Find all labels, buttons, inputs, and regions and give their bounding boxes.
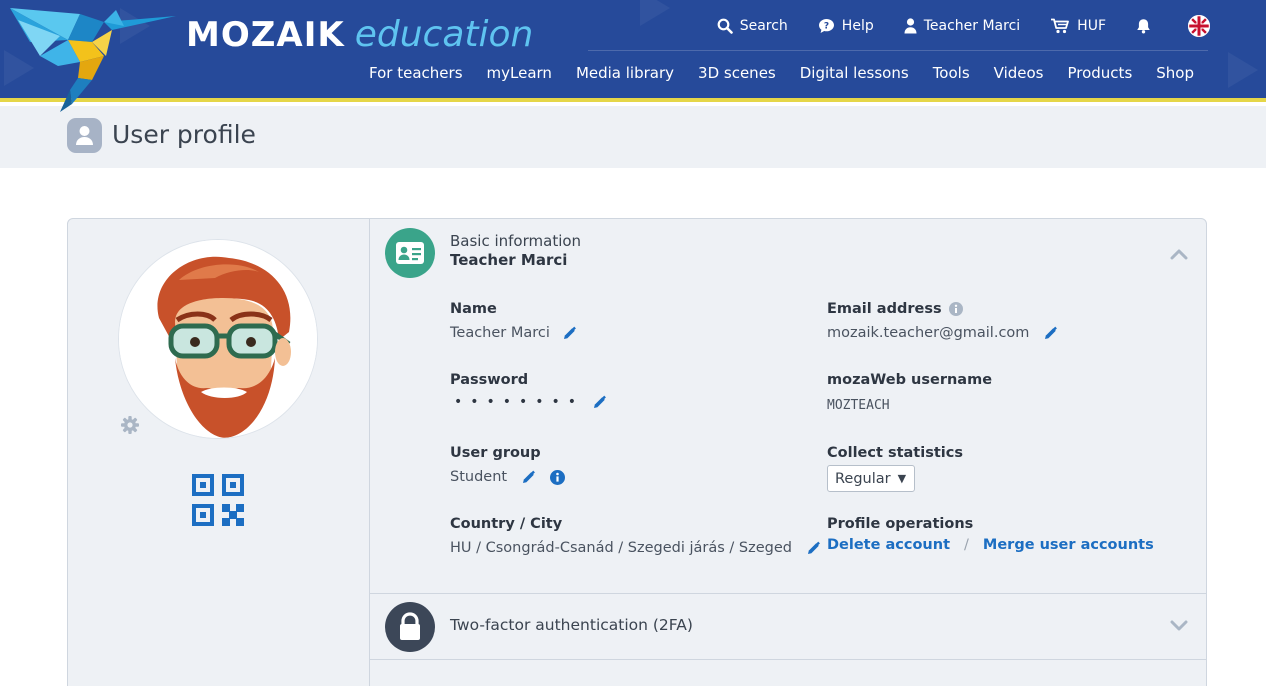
avatar-illustration <box>119 240 317 438</box>
page-title: User profile <box>112 120 256 149</box>
operations-label: Profile operations <box>827 516 974 532</box>
user-menu-link[interactable]: Teacher Marci <box>904 18 1020 34</box>
chevron-down-icon[interactable] <box>1170 616 1188 635</box>
search-icon <box>717 18 733 34</box>
profile-card: Basic information Teacher Marci Name Tea… <box>67 218 1207 686</box>
user-group-label: User group <box>450 445 541 461</box>
user-group-value: Student <box>450 469 508 485</box>
avatar[interactable] <box>118 239 318 439</box>
section-caption: Basic information <box>450 232 582 250</box>
hummingbird-logo-icon[interactable] <box>0 0 180 112</box>
operations-links: Delete account / Merge user accounts <box>827 537 1154 553</box>
nav-item-videos[interactable]: Videos <box>994 64 1044 82</box>
name-label: Name <box>450 301 497 317</box>
delete-account-link[interactable]: Delete account <box>827 537 950 553</box>
password-field: •••••••• <box>454 394 607 410</box>
svg-text:?: ? <box>824 22 829 32</box>
location-label: Country / City <box>450 516 563 532</box>
location-field: HU / Csongrád-Csanád / Szegedi járás / S… <box>450 540 821 556</box>
bell-icon <box>1136 18 1151 34</box>
edit-location-pencil-icon[interactable] <box>806 541 821 556</box>
nav-item-for-teachers[interactable]: For teachers <box>369 64 462 82</box>
nav-item-mylearn[interactable]: myLearn <box>487 64 552 82</box>
help-link[interactable]: ? Help <box>818 18 874 34</box>
id-card-icon <box>385 228 435 278</box>
notifications-button[interactable] <box>1136 18 1158 34</box>
location-value: HU / Csongrád-Csanád / Szegedi járás / S… <box>450 540 792 556</box>
chevron-up-icon[interactable] <box>1170 245 1188 264</box>
password-value: •••••••• <box>454 394 585 410</box>
header-pattern <box>640 0 670 26</box>
user-icon <box>904 18 917 34</box>
edit-password-pencil-icon[interactable] <box>592 395 607 410</box>
statistics-label: Collect statistics <box>827 445 963 461</box>
gear-icon[interactable] <box>120 415 140 439</box>
profile-sidebar <box>68 219 369 686</box>
link-separator: / <box>964 537 969 553</box>
section-user-name: Teacher Marci <box>450 251 568 269</box>
name-value: Teacher Marci <box>450 325 550 341</box>
cart-link[interactable]: HUF <box>1050 18 1106 34</box>
two-factor-section[interactable]: Two-factor authentication (2FA) <box>370 594 1206 660</box>
email-field: mozaik.teacher@gmail.com <box>827 325 1058 341</box>
site-header: MOZAIK education Search ? Help Teacher M… <box>0 0 1266 102</box>
username-value: MOZTEACH <box>827 398 890 413</box>
page-title-bar: User profile <box>0 106 1266 168</box>
edit-group-pencil-icon[interactable] <box>521 470 536 485</box>
language-selector[interactable] <box>1188 15 1210 37</box>
edit-email-pencil-icon[interactable] <box>1043 326 1058 341</box>
edit-name-pencil-icon[interactable] <box>562 326 577 341</box>
qr-code-icon[interactable] <box>192 474 244 530</box>
nav-item-products[interactable]: Products <box>1067 64 1132 82</box>
merge-accounts-link[interactable]: Merge user accounts <box>983 537 1154 553</box>
cart-icon <box>1050 18 1070 34</box>
nav-item-3d-scenes[interactable]: 3D scenes <box>698 64 776 82</box>
profile-icon <box>67 118 102 153</box>
lock-icon <box>385 602 435 652</box>
nav-item-shop[interactable]: Shop <box>1156 64 1194 82</box>
top-utility-bar: Search ? Help Teacher Marci HUF <box>687 14 1210 38</box>
nav-item-media-library[interactable]: Media library <box>576 64 674 82</box>
email-value: mozaik.teacher@gmail.com <box>827 325 1030 341</box>
info-icon[interactable] <box>948 302 963 316</box>
user-label: Teacher Marci <box>923 18 1021 34</box>
username-label: mozaWeb username <box>827 372 993 388</box>
profile-details: Basic information Teacher Marci Name Tea… <box>369 219 1206 686</box>
mozaik-logo[interactable]: MOZAIK education <box>186 14 533 58</box>
help-icon: ? <box>818 18 835 34</box>
dropdown-arrow-icon: ▼ <box>897 472 907 485</box>
search-label: Search <box>739 18 788 34</box>
email-label-row: Email address <box>827 301 963 317</box>
nav-item-tools[interactable]: Tools <box>933 64 970 82</box>
nav-separator <box>588 50 1208 51</box>
statistics-select[interactable]: Regular ▼ <box>827 465 916 492</box>
name-field: Teacher Marci <box>450 325 577 341</box>
currency-label: HUF <box>1077 18 1106 34</box>
basic-information-section: Basic information Teacher Marci Name Tea… <box>370 219 1206 594</box>
two-factor-caption: Two-factor authentication (2FA) <box>450 616 693 634</box>
uk-flag-icon <box>1188 15 1210 37</box>
email-label: Email address <box>827 301 942 317</box>
statistics-selected-value: Regular <box>835 470 891 487</box>
group-info-icon[interactable] <box>550 469 566 485</box>
nav-item-digital-lessons[interactable]: Digital lessons <box>800 64 909 82</box>
logo-main-text: MOZAIK <box>186 15 345 55</box>
password-label: Password <box>450 372 529 388</box>
help-label: Help <box>841 18 874 34</box>
header-pattern <box>1228 52 1258 88</box>
search-link[interactable]: Search <box>717 18 788 34</box>
user-group-field: Student <box>450 469 566 485</box>
main-navigation: For teachers myLearn Media library 3D sc… <box>345 64 1194 82</box>
logo-sub-text: education <box>354 14 534 55</box>
